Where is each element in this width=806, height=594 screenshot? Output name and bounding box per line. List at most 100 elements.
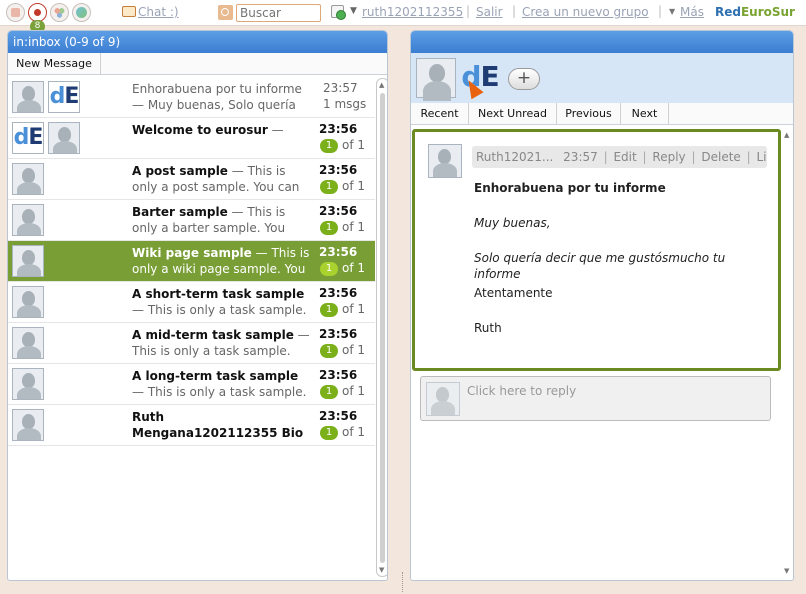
message-row[interactable]: dE Welcome to eurosur — 23:56 1 of 1 <box>8 118 375 159</box>
message-snippet: — <box>267 123 284 137</box>
author-avatar[interactable] <box>428 144 462 178</box>
user-link[interactable]: ruth1202112355 <box>362 5 463 19</box>
unread-count-badge: 1 <box>320 385 338 399</box>
previous-button[interactable]: Previous <box>557 103 621 124</box>
message-row[interactable]: A post sample — This is only a post samp… <box>8 159 375 200</box>
panel-resize-handle[interactable] <box>402 572 404 592</box>
unread-count-badge: 1 <box>320 344 338 358</box>
avatar <box>48 122 80 154</box>
reply-placeholder: Click here to reply <box>467 384 577 398</box>
message-time: 23:56 <box>319 409 358 423</box>
avatar <box>12 286 44 318</box>
message-row[interactable]: A mid-term task sample — This is only a … <box>8 323 375 364</box>
scroll-up-icon[interactable]: ▲ <box>784 131 789 139</box>
unread-count-badge: 1 <box>320 139 338 153</box>
wave-scrollbar[interactable]: ▲ ▼ <box>782 129 793 577</box>
message-total: of 1 <box>342 138 366 152</box>
recent-button[interactable]: Recent <box>411 103 469 124</box>
create-group-link[interactable]: Crea un nuevo grupo <box>522 5 649 19</box>
message-row[interactable]: Wiki page sample — This is only a wiki p… <box>8 241 375 282</box>
message-time: 23:56 <box>319 122 358 136</box>
avatar <box>12 204 44 236</box>
top-bar: 8 Chat :) ▼ ruth1202112355 | Salir | Cre… <box>0 0 806 33</box>
wave-nav-toolbar: Recent Next Unread Previous Next <box>411 103 793 125</box>
message-title: Enhorabuena por tu informe <box>132 82 302 96</box>
message-text: Welcome to eurosur — <box>132 122 312 156</box>
search-icon[interactable] <box>218 5 233 20</box>
edit-link[interactable]: Edit <box>613 150 636 164</box>
brand-logo[interactable]: RedEuroSur <box>715 5 795 19</box>
message-time: 23:56 <box>319 163 358 177</box>
more-link[interactable]: Más <box>680 5 704 19</box>
message-title: Ruth Mengana1202112355 Bio <box>132 410 304 440</box>
more-chevron-icon[interactable]: ▼ <box>669 7 675 16</box>
message-snippet: — Muy buenas, Solo quería <box>132 98 296 112</box>
message-title: Wiki page sample <box>132 246 252 260</box>
inbox-header: in:inbox (0-9 of 9) <box>8 31 387 53</box>
scroll-down-icon[interactable]: ▼ <box>784 567 789 575</box>
logo-avatar: dE <box>12 122 44 154</box>
presence-status-icon[interactable] <box>331 5 346 20</box>
logo-avatar: dE <box>48 81 80 113</box>
message-time: 23:56 <box>319 327 358 341</box>
message-text: A long-term task sample — This is only a… <box>132 368 312 402</box>
blip[interactable]: Ruth12021... 23:57 | Edit | Reply | Dele… <box>412 129 781 371</box>
unread-count-badge: 1 <box>320 180 338 194</box>
message-total: of 1 <box>342 261 366 275</box>
home-icon[interactable] <box>6 3 25 22</box>
next-button[interactable]: Next <box>621 103 669 124</box>
message-row[interactable]: A short-term task sample — This is only … <box>8 282 375 323</box>
message-text: Enhorabuena por tu informe — Muy buenas,… <box>132 81 312 115</box>
scroll-up-icon[interactable]: ▲ <box>379 81 384 89</box>
message-title: A long-term task sample <box>132 369 299 383</box>
separator: | <box>466 4 471 18</box>
unread-count-badge: 1 <box>320 426 338 440</box>
next-unread-button[interactable]: Next Unread <box>469 103 557 124</box>
unread-count-badge: 1 <box>320 303 338 317</box>
logout-link[interactable]: Salir <box>476 5 503 19</box>
blip-line: Ruth <box>474 321 502 335</box>
message-title: A post sample <box>132 164 228 178</box>
scroll-down-icon[interactable]: ▼ <box>379 566 384 574</box>
new-message-button[interactable]: New Message <box>8 53 101 74</box>
message-total: of 1 <box>342 384 366 398</box>
message-text: A short-term task sample — This is only … <box>132 286 312 320</box>
delete-link[interactable]: Delete <box>701 150 740 164</box>
globe-icon[interactable] <box>72 3 91 22</box>
message-title: Barter sample <box>132 205 228 219</box>
link-link[interactable]: Link <box>757 150 768 164</box>
blip-meta-bar: Ruth12021... 23:57 | Edit | Reply | Dele… <box>472 146 767 168</box>
message-total: of 1 <box>342 220 366 234</box>
blip-body[interactable]: Enhorabuena por tu informe Muy buenas, S… <box>474 180 774 355</box>
add-participant-button[interactable]: + <box>508 68 540 90</box>
blip-time: 23:57 <box>563 150 598 164</box>
chat-icon[interactable] <box>122 6 136 17</box>
chat-link[interactable]: Chat :) <box>138 5 179 19</box>
message-text: Ruth Mengana1202112355 Bio — This user h… <box>132 409 312 443</box>
reply-avatar <box>426 382 460 416</box>
message-total: of 1 <box>342 302 366 316</box>
message-row[interactable]: A long-term task sample — This is only a… <box>8 364 375 405</box>
reply-link[interactable]: Reply <box>652 150 685 164</box>
message-snippet: — This is only a task sample. <box>132 385 307 399</box>
message-row[interactable]: Ruth Mengana1202112355 Bio — This user h… <box>8 405 375 446</box>
reply-box[interactable]: Click here to reply <box>420 376 771 421</box>
message-row[interactable]: dE Enhorabuena por tu informe — Muy buena… <box>8 77 375 118</box>
inbox-panel: in:inbox (0-9 of 9) New Message dE Enhora… <box>7 30 388 581</box>
message-list: dE Enhorabuena por tu informe — Muy buena… <box>8 77 375 577</box>
message-time: 23:57 <box>323 81 358 95</box>
inbox-toolbar: New Message <box>8 53 387 75</box>
groups-icon[interactable] <box>50 3 69 22</box>
blip-author[interactable]: Ruth12021... <box>476 150 553 164</box>
inbox-scrollbar[interactable]: ▲ ▼ <box>376 78 387 577</box>
chevron-down-icon[interactable]: ▼ <box>350 6 357 16</box>
separator: | <box>658 4 663 18</box>
search-input[interactable] <box>236 4 321 22</box>
wave-header <box>411 31 793 53</box>
scroll-thumb[interactable] <box>380 93 385 563</box>
blip-line: Solo quería decir que me gustósmucho tu … <box>474 251 726 281</box>
participant-avatar[interactable] <box>416 58 456 101</box>
avatar <box>12 163 44 195</box>
message-row[interactable]: Barter sample — This is only a barter sa… <box>8 200 375 241</box>
unread-count-badge: 1 <box>320 221 338 235</box>
